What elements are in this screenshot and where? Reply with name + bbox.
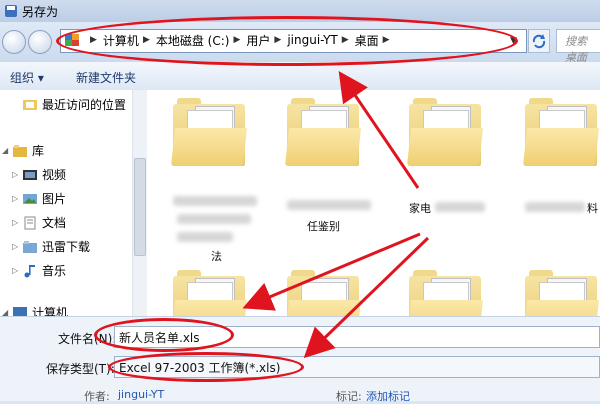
annotation-arrows [242, 71, 430, 359]
annotation-arrow [338, 71, 420, 189]
